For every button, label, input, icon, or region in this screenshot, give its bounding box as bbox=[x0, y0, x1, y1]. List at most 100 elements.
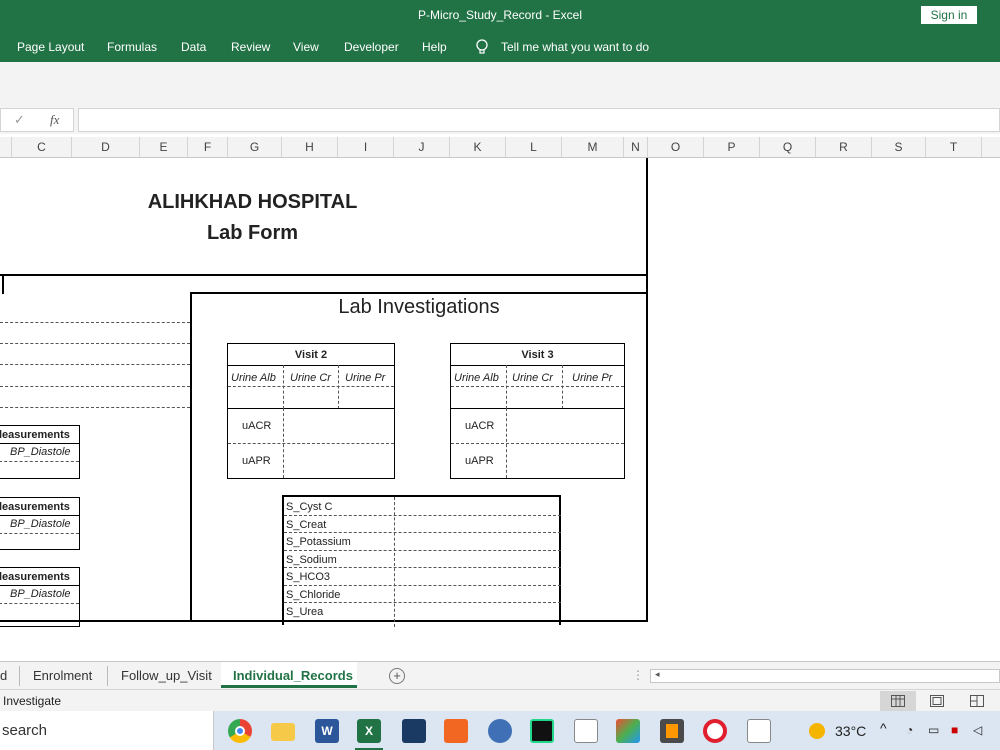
tray-app-icon[interactable]: ■ bbox=[951, 723, 958, 737]
notepad-icon[interactable] bbox=[574, 719, 598, 743]
taskbar-search[interactable]: search bbox=[0, 711, 214, 750]
formula-bar: ✓ fx bbox=[0, 106, 1000, 134]
document-icon[interactable] bbox=[747, 719, 771, 743]
column-header[interactable]: H bbox=[282, 137, 338, 157]
field-line bbox=[0, 407, 190, 408]
xampp-icon[interactable] bbox=[444, 719, 468, 743]
visit2-col: Urine Cr bbox=[290, 372, 331, 384]
field-line bbox=[0, 364, 190, 365]
selected-cell-edge bbox=[0, 276, 4, 294]
windows-taskbar: search W X 33°C ^ ◔ ▭ ■ ◁ bbox=[0, 711, 1000, 750]
column-header[interactable]: P bbox=[704, 137, 760, 157]
column-header[interactable]: D bbox=[72, 137, 140, 157]
column-header[interactable]: J bbox=[394, 137, 450, 157]
tab-developer[interactable]: Developer bbox=[344, 40, 399, 54]
scroll-left-icon[interactable]: ◂ bbox=[655, 669, 660, 680]
bp-diastole-label: BP_Diastole bbox=[10, 518, 71, 530]
tab-view[interactable]: View bbox=[293, 40, 319, 54]
column-header[interactable] bbox=[0, 137, 12, 157]
sheet-tab-enrolment[interactable]: Enrolment bbox=[33, 662, 92, 690]
column-header[interactable]: K bbox=[450, 137, 506, 157]
visit3-row-label: uACR bbox=[465, 420, 495, 432]
serum-label: S_Chloride bbox=[286, 589, 341, 601]
tab-formulas[interactable]: Formulas bbox=[107, 40, 157, 54]
battery-icon[interactable]: ▭ bbox=[928, 723, 939, 737]
excel-icon[interactable]: X bbox=[357, 719, 381, 743]
visit2-row-label: uAPR bbox=[242, 455, 271, 467]
serum-label: S_HCO3 bbox=[286, 571, 331, 583]
sheet-tab[interactable]: d bbox=[0, 662, 7, 690]
volume-icon[interactable]: ◁ bbox=[973, 723, 982, 737]
column-header[interactable]: O bbox=[648, 137, 704, 157]
visit3-title: Visit 3 bbox=[521, 349, 554, 361]
weather-sun-icon[interactable] bbox=[809, 723, 825, 739]
visit2-col: Urine Alb bbox=[231, 372, 276, 384]
enter-checkmark-icon[interactable]: ✓ bbox=[14, 112, 25, 128]
sheet-tab-follow-up-visit[interactable]: Follow_up_Visit bbox=[121, 662, 212, 690]
weather-temp[interactable]: 33°C bbox=[835, 723, 866, 739]
column-header[interactable]: Q bbox=[760, 137, 816, 157]
column-header[interactable]: T bbox=[926, 137, 982, 157]
column-header[interactable]: G bbox=[228, 137, 282, 157]
column-headers: C D E F G H I J K L M N O P Q R S T bbox=[0, 137, 1000, 158]
tab-review[interactable]: Review bbox=[231, 40, 270, 54]
sublime-icon[interactable] bbox=[660, 719, 684, 743]
horizontal-scrollbar[interactable]: ◂ bbox=[650, 669, 1000, 683]
serum-table: S_Cyst C S_Creat S_Potassium S_Sodium S_… bbox=[282, 495, 561, 627]
visit2-table: Visit 2 Urine Alb Urine Cr Urine Pr uACR… bbox=[227, 343, 395, 479]
wifi-icon[interactable]: ◔ bbox=[906, 723, 913, 737]
pycharm-icon[interactable] bbox=[530, 719, 554, 743]
sign-in-button[interactable]: Sign in bbox=[921, 6, 977, 24]
serum-label: S_Potassium bbox=[286, 536, 351, 548]
formula-controls: ✓ fx bbox=[0, 108, 74, 132]
column-header[interactable]: N bbox=[624, 137, 648, 157]
tab-help[interactable]: Help bbox=[422, 40, 447, 54]
sheet-tabs-bar: d Enrolment Follow_up_Visit Individual_R… bbox=[0, 661, 1000, 690]
app-icon[interactable] bbox=[488, 719, 512, 743]
ribbon-area bbox=[0, 62, 1000, 107]
serum-label: S_Creat bbox=[286, 519, 327, 531]
app-icon[interactable] bbox=[402, 719, 426, 743]
word-icon[interactable]: W bbox=[315, 719, 339, 743]
add-sheet-icon[interactable]: + bbox=[389, 668, 405, 684]
window-title: P-Micro_Study_Record - Excel bbox=[417, 8, 583, 22]
title-bar: P-Micro_Study_Record - Excel Sign in bbox=[0, 0, 1000, 32]
measurement-box: leasurements BP_Diastole bbox=[0, 425, 80, 479]
measurement-heading: leasurements bbox=[0, 429, 70, 441]
column-header[interactable]: R bbox=[816, 137, 872, 157]
column-header[interactable]: M bbox=[562, 137, 624, 157]
more-dots-icon[interactable]: ⋮ bbox=[632, 668, 644, 682]
measurement-heading: leasurements bbox=[0, 501, 70, 513]
column-header[interactable]: I bbox=[338, 137, 394, 157]
fx-icon[interactable]: fx bbox=[50, 112, 59, 128]
formula-input[interactable] bbox=[78, 108, 1000, 132]
column-header[interactable]: L bbox=[506, 137, 562, 157]
column-header[interactable]: E bbox=[140, 137, 188, 157]
status-bar: Investigate bbox=[0, 689, 1000, 712]
sheet-tab-individual-records[interactable]: Individual_Records bbox=[233, 662, 353, 690]
worksheet-grid[interactable]: ALIHKHAD HOSPITAL Lab Form leasurements … bbox=[0, 158, 1000, 661]
tab-data[interactable]: Data bbox=[181, 40, 206, 54]
search-text[interactable]: search bbox=[2, 722, 47, 739]
form-title: Lab Form bbox=[206, 222, 299, 244]
page-break-view-icon[interactable] bbox=[970, 695, 984, 710]
bp-diastole-label: BP_Diastole bbox=[10, 446, 71, 458]
git-icon[interactable] bbox=[616, 719, 640, 743]
serum-label: S_Sodium bbox=[286, 554, 337, 566]
normal-view-icon[interactable] bbox=[880, 691, 916, 711]
field-line bbox=[0, 343, 190, 344]
chevron-up-icon[interactable]: ^ bbox=[880, 720, 887, 736]
column-header[interactable]: C bbox=[12, 137, 72, 157]
measurement-box: leasurements BP_Diastole bbox=[0, 497, 80, 550]
opera-icon[interactable] bbox=[703, 719, 727, 743]
column-header[interactable]: F bbox=[188, 137, 228, 157]
tell-me-search[interactable]: Tell me what you want to do bbox=[501, 40, 649, 54]
column-header[interactable]: S bbox=[872, 137, 926, 157]
page-layout-view-icon[interactable] bbox=[930, 695, 944, 710]
chrome-icon[interactable] bbox=[228, 719, 252, 743]
file-explorer-icon[interactable] bbox=[271, 723, 295, 741]
measurement-box: leasurements BP_Diastole bbox=[0, 567, 80, 627]
header-divider bbox=[0, 274, 648, 276]
tab-page-layout[interactable]: Page Layout bbox=[17, 40, 84, 54]
visit2-row-label: uACR bbox=[242, 420, 272, 432]
